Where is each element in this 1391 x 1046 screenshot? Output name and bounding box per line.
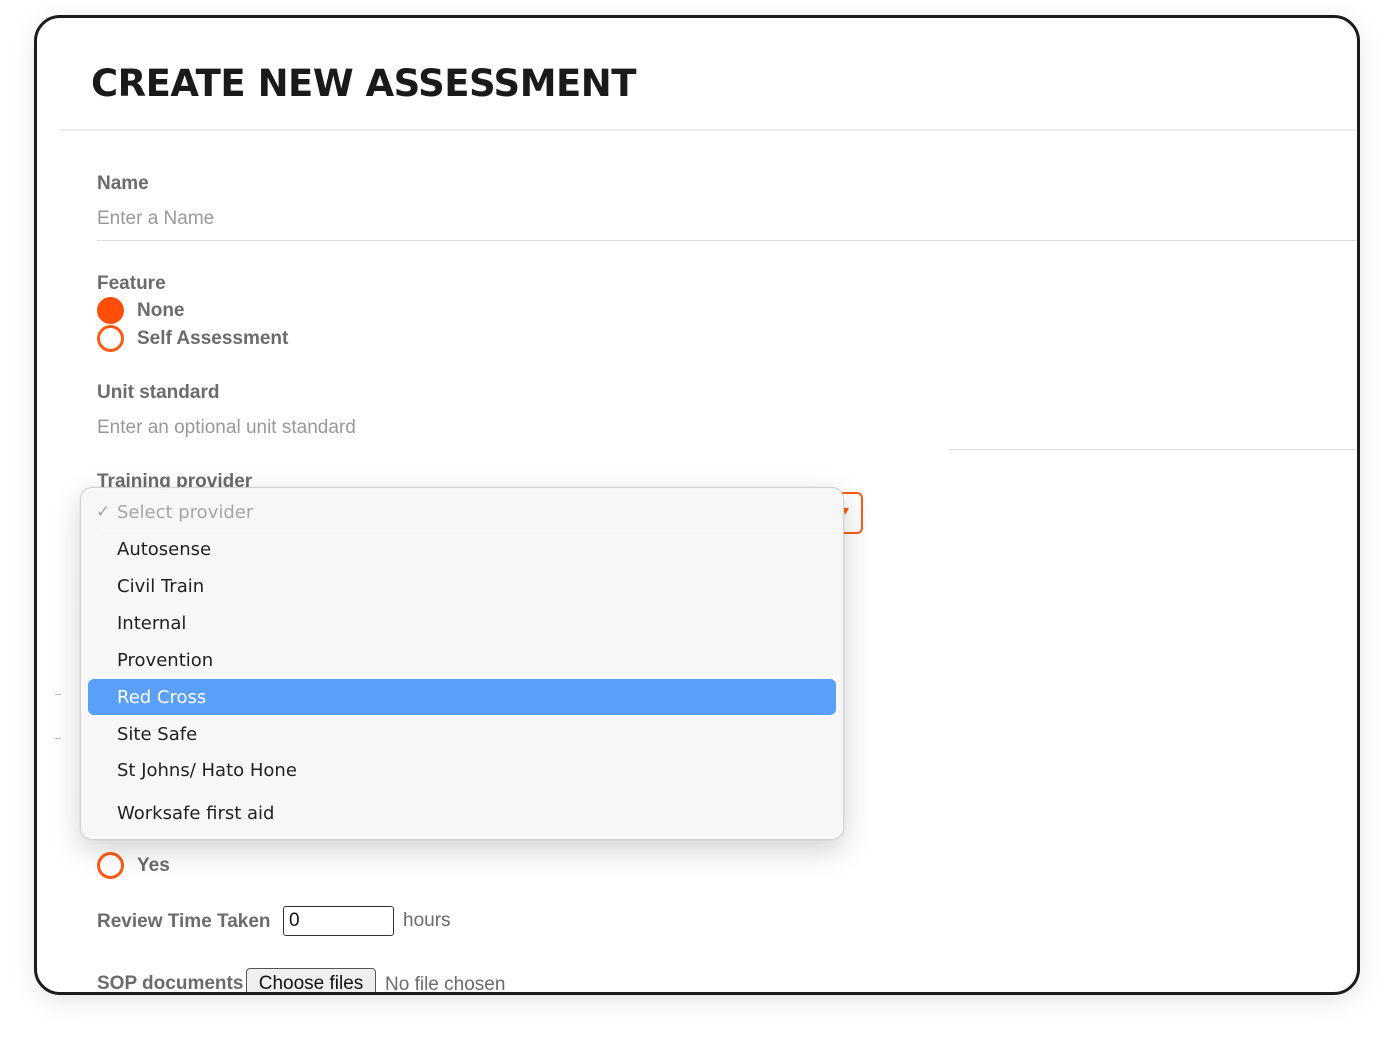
dropdown-option-label: Autosense (117, 538, 212, 560)
dropdown-option[interactable]: Site Safe (88, 716, 836, 752)
choose-files-button[interactable]: Choose files (246, 968, 376, 992)
dropdown-option-label: Red Cross (117, 686, 207, 708)
radio-selected-icon (97, 297, 124, 324)
unit-standard-underline (948, 449, 1357, 450)
dropdown-option[interactable]: Provention (88, 642, 836, 678)
yes-radio[interactable]: Yes (97, 852, 170, 879)
radio-unselected-icon (97, 325, 124, 352)
hours-unit-label: hours (403, 910, 451, 931)
feature-label: Feature (97, 273, 166, 294)
unit-standard-label: Unit standard (97, 382, 220, 403)
radio-unselected-icon (97, 852, 124, 879)
title-divider (59, 129, 1357, 131)
yes-option-label: Yes (137, 854, 170, 876)
review-time-input[interactable] (283, 906, 394, 936)
dropdown-option-highlighted[interactable]: Red Cross (88, 679, 836, 715)
checkmark-icon: ✓ (96, 502, 111, 522)
dropdown-option[interactable]: Civil Train (88, 568, 836, 604)
name-label: Name (97, 173, 149, 194)
name-input[interactable] (97, 206, 697, 232)
feature-radio-none[interactable]: None (97, 297, 185, 324)
file-status-text: No file chosen (385, 974, 506, 995)
dropdown-option-label: Site Safe (117, 723, 198, 745)
dropdown-option-label: Civil Train (117, 575, 205, 597)
dropdown-option[interactable]: Autosense (88, 531, 836, 567)
name-underline (97, 240, 1357, 241)
divider-mark (55, 738, 61, 739)
dropdown-option-label: Provention (117, 649, 214, 671)
feature-option-label: Self Assessment (137, 327, 289, 349)
page-title: CREATE NEW ASSESSMENT (91, 62, 637, 105)
divider-mark (55, 694, 61, 695)
unit-standard-input[interactable] (97, 415, 697, 441)
dropdown-option-placeholder[interactable]: ✓ Select provider (88, 494, 836, 530)
training-provider-dropdown-menu: ✓ Select provider Autosense Civil Train … (80, 487, 844, 840)
dropdown-option-label: Internal (117, 612, 187, 634)
sop-documents-label: SOP documents (97, 973, 244, 994)
feature-option-label: None (137, 299, 185, 321)
dropdown-option-label: St Johns/ Hato Hone (117, 759, 297, 781)
dropdown-option-label: Select provider (117, 501, 254, 523)
feature-radio-self-assessment[interactable]: Self Assessment (97, 325, 288, 352)
dropdown-option[interactable]: Worksafe first aid (88, 795, 836, 831)
dropdown-option[interactable]: Internal (88, 605, 836, 641)
dropdown-option[interactable]: St Johns/ Hato Hone (88, 752, 836, 788)
review-time-label: Review Time Taken (97, 911, 271, 932)
dropdown-option-label: Worksafe first aid (117, 802, 275, 824)
